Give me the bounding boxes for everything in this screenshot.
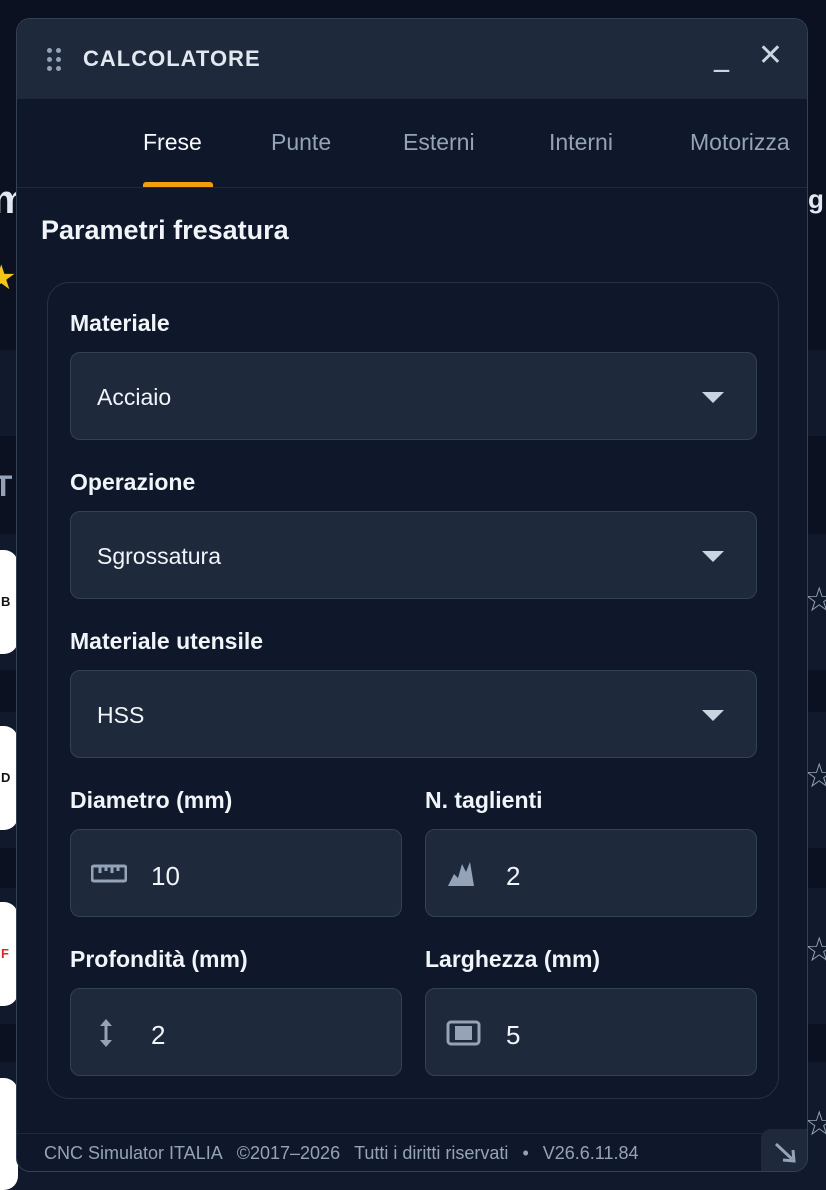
tab-esterni[interactable]: Esterni (403, 129, 475, 156)
tool-material-value: HSS (97, 702, 145, 728)
footer-brand: CNC Simulator ITALIA (44, 1143, 223, 1163)
diameter-input[interactable]: 10 (70, 829, 402, 917)
width-icon (446, 1020, 481, 1046)
window-title: CALCOLATORE (83, 46, 261, 71)
tool-material-select[interactable]: HSS (70, 670, 757, 758)
material-label: Materiale (70, 310, 170, 336)
vertical-arrows-icon (100, 1019, 112, 1047)
close-button[interactable]: ✕ (758, 41, 783, 71)
background-section-fragment: T (0, 470, 13, 503)
footer: CNC Simulator ITALIA ©2017–2026 Tutti i … (17, 1133, 807, 1171)
chevron-down-icon (702, 710, 724, 721)
section-title: Parametri fresatura (41, 215, 289, 245)
chevron-down-icon (702, 392, 724, 403)
operation-label: Operazione (70, 469, 196, 495)
footer-separator: • (522, 1143, 529, 1163)
minimize-button[interactable]: _ (714, 41, 729, 71)
resize-handle[interactable] (761, 1129, 807, 1171)
operation-value: Sgrossatura (97, 543, 222, 569)
active-tab-indicator (143, 182, 213, 187)
tab-interni[interactable]: Interni (549, 129, 613, 156)
background-tab-fragment: g (808, 184, 824, 214)
diameter-label: Diametro (mm) (70, 787, 233, 813)
material-value: Acciaio (97, 384, 172, 410)
operation-select[interactable]: Sgrossatura (70, 511, 757, 599)
width-label: Larghezza (mm) (425, 946, 601, 972)
window-titlebar[interactable]: CALCOLATORE _ ✕ (17, 19, 807, 99)
flutes-label: N. taglienti (425, 787, 543, 813)
depth-input[interactable]: 2 (70, 988, 402, 1076)
depth-value: 2 (151, 1020, 166, 1050)
width-value: 5 (506, 1020, 521, 1050)
flutes-value: 2 (506, 861, 521, 891)
tab-motorizzati[interactable]: Motorizza (690, 129, 790, 156)
resize-arrow-icon (774, 1142, 796, 1163)
depth-label: Profondità (mm) (70, 946, 248, 972)
tab-frese[interactable]: Frese (143, 129, 202, 156)
tool-material-label: Materiale utensile (70, 628, 264, 654)
footer-rights: Tutti i diritti riservati (354, 1143, 509, 1163)
footer-copyright: ©2017–2026 (236, 1143, 341, 1163)
star-icon[interactable]: ★ (0, 258, 16, 298)
flutes-icon (448, 862, 474, 886)
calculator-window: CALCOLATORE _ ✕ Frese Punte Esterni Inte… (16, 18, 808, 1172)
chevron-down-icon (702, 551, 724, 562)
parameters-card: Materiale Acciaio Operazione Sgrossatura… (47, 282, 779, 1099)
tab-punte[interactable]: Punte (271, 129, 331, 156)
material-select[interactable]: Acciaio (70, 352, 757, 440)
ruler-icon (91, 864, 127, 883)
diameter-value: 10 (151, 861, 180, 891)
flutes-input[interactable]: 2 (425, 829, 757, 917)
drag-handle-icon[interactable] (47, 47, 61, 71)
footer-version: V26.6.11.84 (542, 1143, 639, 1163)
calculator-tabs: Frese Punte Esterni Interni Motorizza (17, 99, 807, 188)
width-input[interactable]: 5 (425, 988, 757, 1076)
